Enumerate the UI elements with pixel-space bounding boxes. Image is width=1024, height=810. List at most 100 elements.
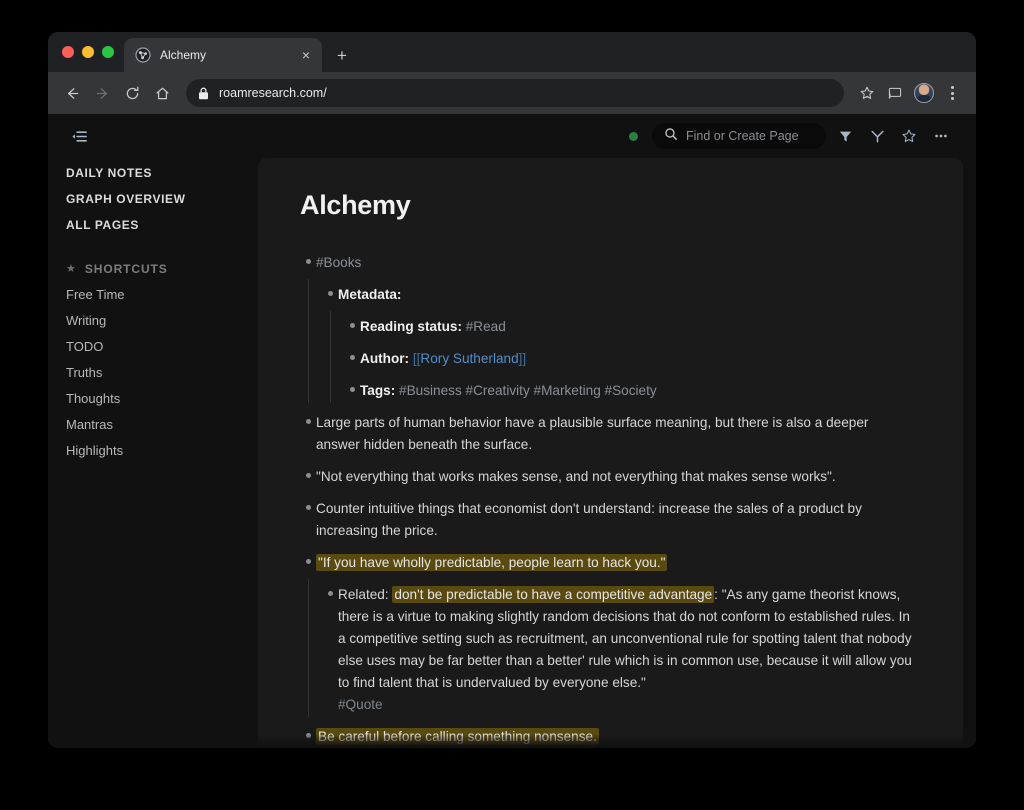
bullet-icon[interactable] xyxy=(300,552,316,564)
bullet-icon[interactable] xyxy=(300,412,316,424)
menu-collapse-icon[interactable] xyxy=(66,123,92,149)
block-text[interactable]: Metadata: xyxy=(338,284,401,306)
highlighted-text[interactable]: "If you have wholly predictable, people … xyxy=(316,554,667,571)
bullet-icon[interactable] xyxy=(344,348,360,360)
bullet-icon[interactable] xyxy=(300,498,316,510)
branch-filter-icon[interactable] xyxy=(864,123,890,149)
browser-menu-icon[interactable] xyxy=(940,81,964,105)
address-bar-url: roamresearch.com/ xyxy=(219,86,327,100)
sidebar-item-truths[interactable]: Truths xyxy=(66,360,252,386)
reload-button[interactable] xyxy=(118,79,146,107)
tags-label: Tags: xyxy=(360,383,395,398)
page-content: Alchemy #Books Metadata: xyxy=(258,158,963,748)
sidebar-item-thoughts[interactable]: Thoughts xyxy=(66,386,252,412)
block-text[interactable]: Author: [[Rory Sutherland]] xyxy=(360,348,526,370)
block-text[interactable]: #Books xyxy=(316,252,361,274)
reading-status-value[interactable]: #Read xyxy=(466,319,506,334)
bullet-icon[interactable] xyxy=(322,584,338,596)
lock-icon xyxy=(198,87,209,100)
bullet-icon[interactable] xyxy=(344,380,360,392)
block-row[interactable]: Reading status: #Read xyxy=(344,311,923,343)
quote-tag[interactable]: #Quote xyxy=(338,694,913,716)
bookmark-star-icon[interactable] xyxy=(854,80,880,106)
roam-logo-icon xyxy=(135,47,151,63)
browser-window: Alchemy × + roamresearch.com/ xyxy=(48,32,976,748)
sidebar-item-writing[interactable]: Writing xyxy=(66,308,252,334)
back-button[interactable] xyxy=(58,79,86,107)
block-text[interactable]: Related: don't be predictable to have a … xyxy=(338,584,913,716)
new-tab-button[interactable]: + xyxy=(328,41,356,69)
block-row[interactable]: "If you have wholly predictable, people … xyxy=(300,547,923,579)
block-text[interactable]: Large parts of human behavior have a pla… xyxy=(316,412,891,456)
sidebar-item-daily-notes[interactable]: DAILY NOTES xyxy=(66,160,252,186)
outline-block: Be careful before calling something nons… xyxy=(300,721,923,748)
search-placeholder: Find or Create Page xyxy=(686,129,799,143)
block-row[interactable]: Large parts of human behavior have a pla… xyxy=(300,407,923,461)
maximize-window-button[interactable] xyxy=(102,46,114,58)
block-children: Related: don't be predictable to have a … xyxy=(322,579,923,721)
home-button[interactable] xyxy=(148,79,176,107)
avatar[interactable] xyxy=(914,83,934,103)
block-text[interactable]: Be careful before calling something nons… xyxy=(316,726,599,748)
highlighted-text[interactable]: Be careful before calling something nons… xyxy=(316,728,599,745)
address-bar[interactable]: roamresearch.com/ xyxy=(186,79,844,107)
reading-status-label: Reading status: xyxy=(360,319,462,334)
block-text[interactable]: Tags: #Business #Creativity #Marketing #… xyxy=(360,380,657,402)
star-icon: ★ xyxy=(66,264,76,275)
bullet-icon[interactable] xyxy=(322,284,338,296)
sidebar-item-free-time[interactable]: Free Time xyxy=(66,282,252,308)
forward-button[interactable] xyxy=(88,79,116,107)
related-prefix: Related: xyxy=(338,587,392,602)
more-icon[interactable] xyxy=(928,123,954,149)
sidebar-item-all-pages[interactable]: ALL PAGES xyxy=(66,212,252,238)
sidebar-item-todo[interactable]: TODO xyxy=(66,334,252,360)
block-text[interactable]: "If you have wholly predictable, people … xyxy=(316,552,667,574)
shortcuts-header: ★ SHORTCUTS xyxy=(66,256,252,282)
block-row[interactable]: Be careful before calling something nons… xyxy=(300,721,923,748)
page-panel: Alchemy #Books Metadata: xyxy=(258,158,963,748)
block-text[interactable]: Reading status: #Read xyxy=(360,316,506,338)
author-value[interactable]: Rory Sutherland xyxy=(420,351,518,366)
minimize-window-button[interactable] xyxy=(82,46,94,58)
block-row[interactable]: Counter intuitive things that economist … xyxy=(300,493,923,547)
topbar-actions: Find or Create Page xyxy=(629,123,954,149)
author-page-reference[interactable]: [[Rory Sutherland]] xyxy=(413,351,526,366)
outline-block: #Books Metadata: xyxy=(300,247,923,407)
block-row[interactable]: #Books xyxy=(300,247,923,279)
highlighted-text[interactable]: don't be predictable to have a competiti… xyxy=(392,586,714,603)
star-icon[interactable] xyxy=(896,123,922,149)
block-text[interactable]: "Not everything that works makes sense, … xyxy=(316,466,836,488)
block-row[interactable]: "Not everything that works makes sense, … xyxy=(300,461,923,493)
block-row[interactable]: Tags: #Business #Creativity #Marketing #… xyxy=(344,375,923,407)
sidebar-item-mantras[interactable]: Mantras xyxy=(66,412,252,438)
block-children: Metadata: Reading status: #Read xyxy=(322,279,923,407)
filter-icon[interactable] xyxy=(832,123,858,149)
status-badge xyxy=(629,132,638,141)
close-window-button[interactable] xyxy=(62,46,74,58)
bullet-icon[interactable] xyxy=(300,726,316,738)
search-input[interactable]: Find or Create Page xyxy=(652,123,826,149)
block-row[interactable]: Related: don't be predictable to have a … xyxy=(322,579,923,721)
bullet-icon[interactable] xyxy=(344,316,360,328)
cast-icon[interactable] xyxy=(882,80,908,106)
search-icon xyxy=(664,127,678,146)
close-tab-button[interactable]: × xyxy=(298,47,314,63)
shortcuts-label: SHORTCUTS xyxy=(85,262,168,276)
metadata-label: Metadata: xyxy=(338,287,401,302)
bracket-close: ]] xyxy=(519,351,527,366)
bullet-icon[interactable] xyxy=(300,466,316,478)
roam-app: Find or Create Page DA xyxy=(48,114,976,748)
outline-block: Metadata: Reading status: #Read xyxy=(322,279,923,407)
block-row[interactable]: Author: [[Rory Sutherland]] xyxy=(344,343,923,375)
tags-value[interactable]: #Business #Creativity #Marketing #Societ… xyxy=(399,383,657,398)
sidebar-item-graph-overview[interactable]: GRAPH OVERVIEW xyxy=(66,186,252,212)
bullet-icon[interactable] xyxy=(300,252,316,264)
page-title[interactable]: Alchemy xyxy=(300,190,923,221)
block-row[interactable]: Metadata: xyxy=(322,279,923,311)
browser-tab[interactable]: Alchemy × xyxy=(124,38,322,72)
sidebar-item-highlights[interactable]: Highlights xyxy=(66,438,252,464)
block-children: Reading status: #Read Author: [[Rory Sut… xyxy=(344,311,923,407)
browser-tab-strip: Alchemy × + xyxy=(48,32,976,72)
block-text[interactable]: Counter intuitive things that economist … xyxy=(316,498,891,542)
browser-toolbar: roamresearch.com/ xyxy=(48,72,976,114)
